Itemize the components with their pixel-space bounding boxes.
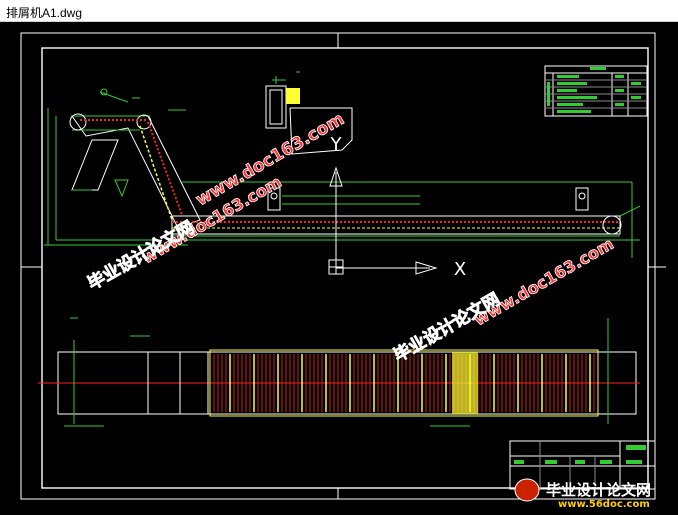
conveyor-plan-view [38,317,640,427]
logo-icon [514,478,540,502]
watermark-cn-2: 毕业设计论文网 [390,289,504,367]
window-title: 排屑机A1.dwg [6,6,83,20]
window-title-bar: 排屑机A1.dwg [0,0,678,22]
watermark-cn-1: 毕业设计论文网 [84,217,198,295]
watermark-url-3: www.doc163.com [471,234,617,329]
ucs-icon: Y X [328,134,466,280]
cad-drawing: Y X www.doc163.com www.doc163.com www.do… [20,32,666,510]
conveyor-side-view [44,71,641,258]
spec-table [544,65,648,117]
logo-text-cn: 毕业设计论文网 [546,481,651,499]
drawing-canvas[interactable]: Y X www.doc163.com www.doc163.com www.do… [0,22,678,510]
logo-text-url: www.56doc.com [558,499,650,510]
site-logo: 毕业设计论文网 www.56doc.com [514,478,651,510]
axis-label-x: X [454,259,466,280]
axis-label-y: Y [330,134,343,155]
